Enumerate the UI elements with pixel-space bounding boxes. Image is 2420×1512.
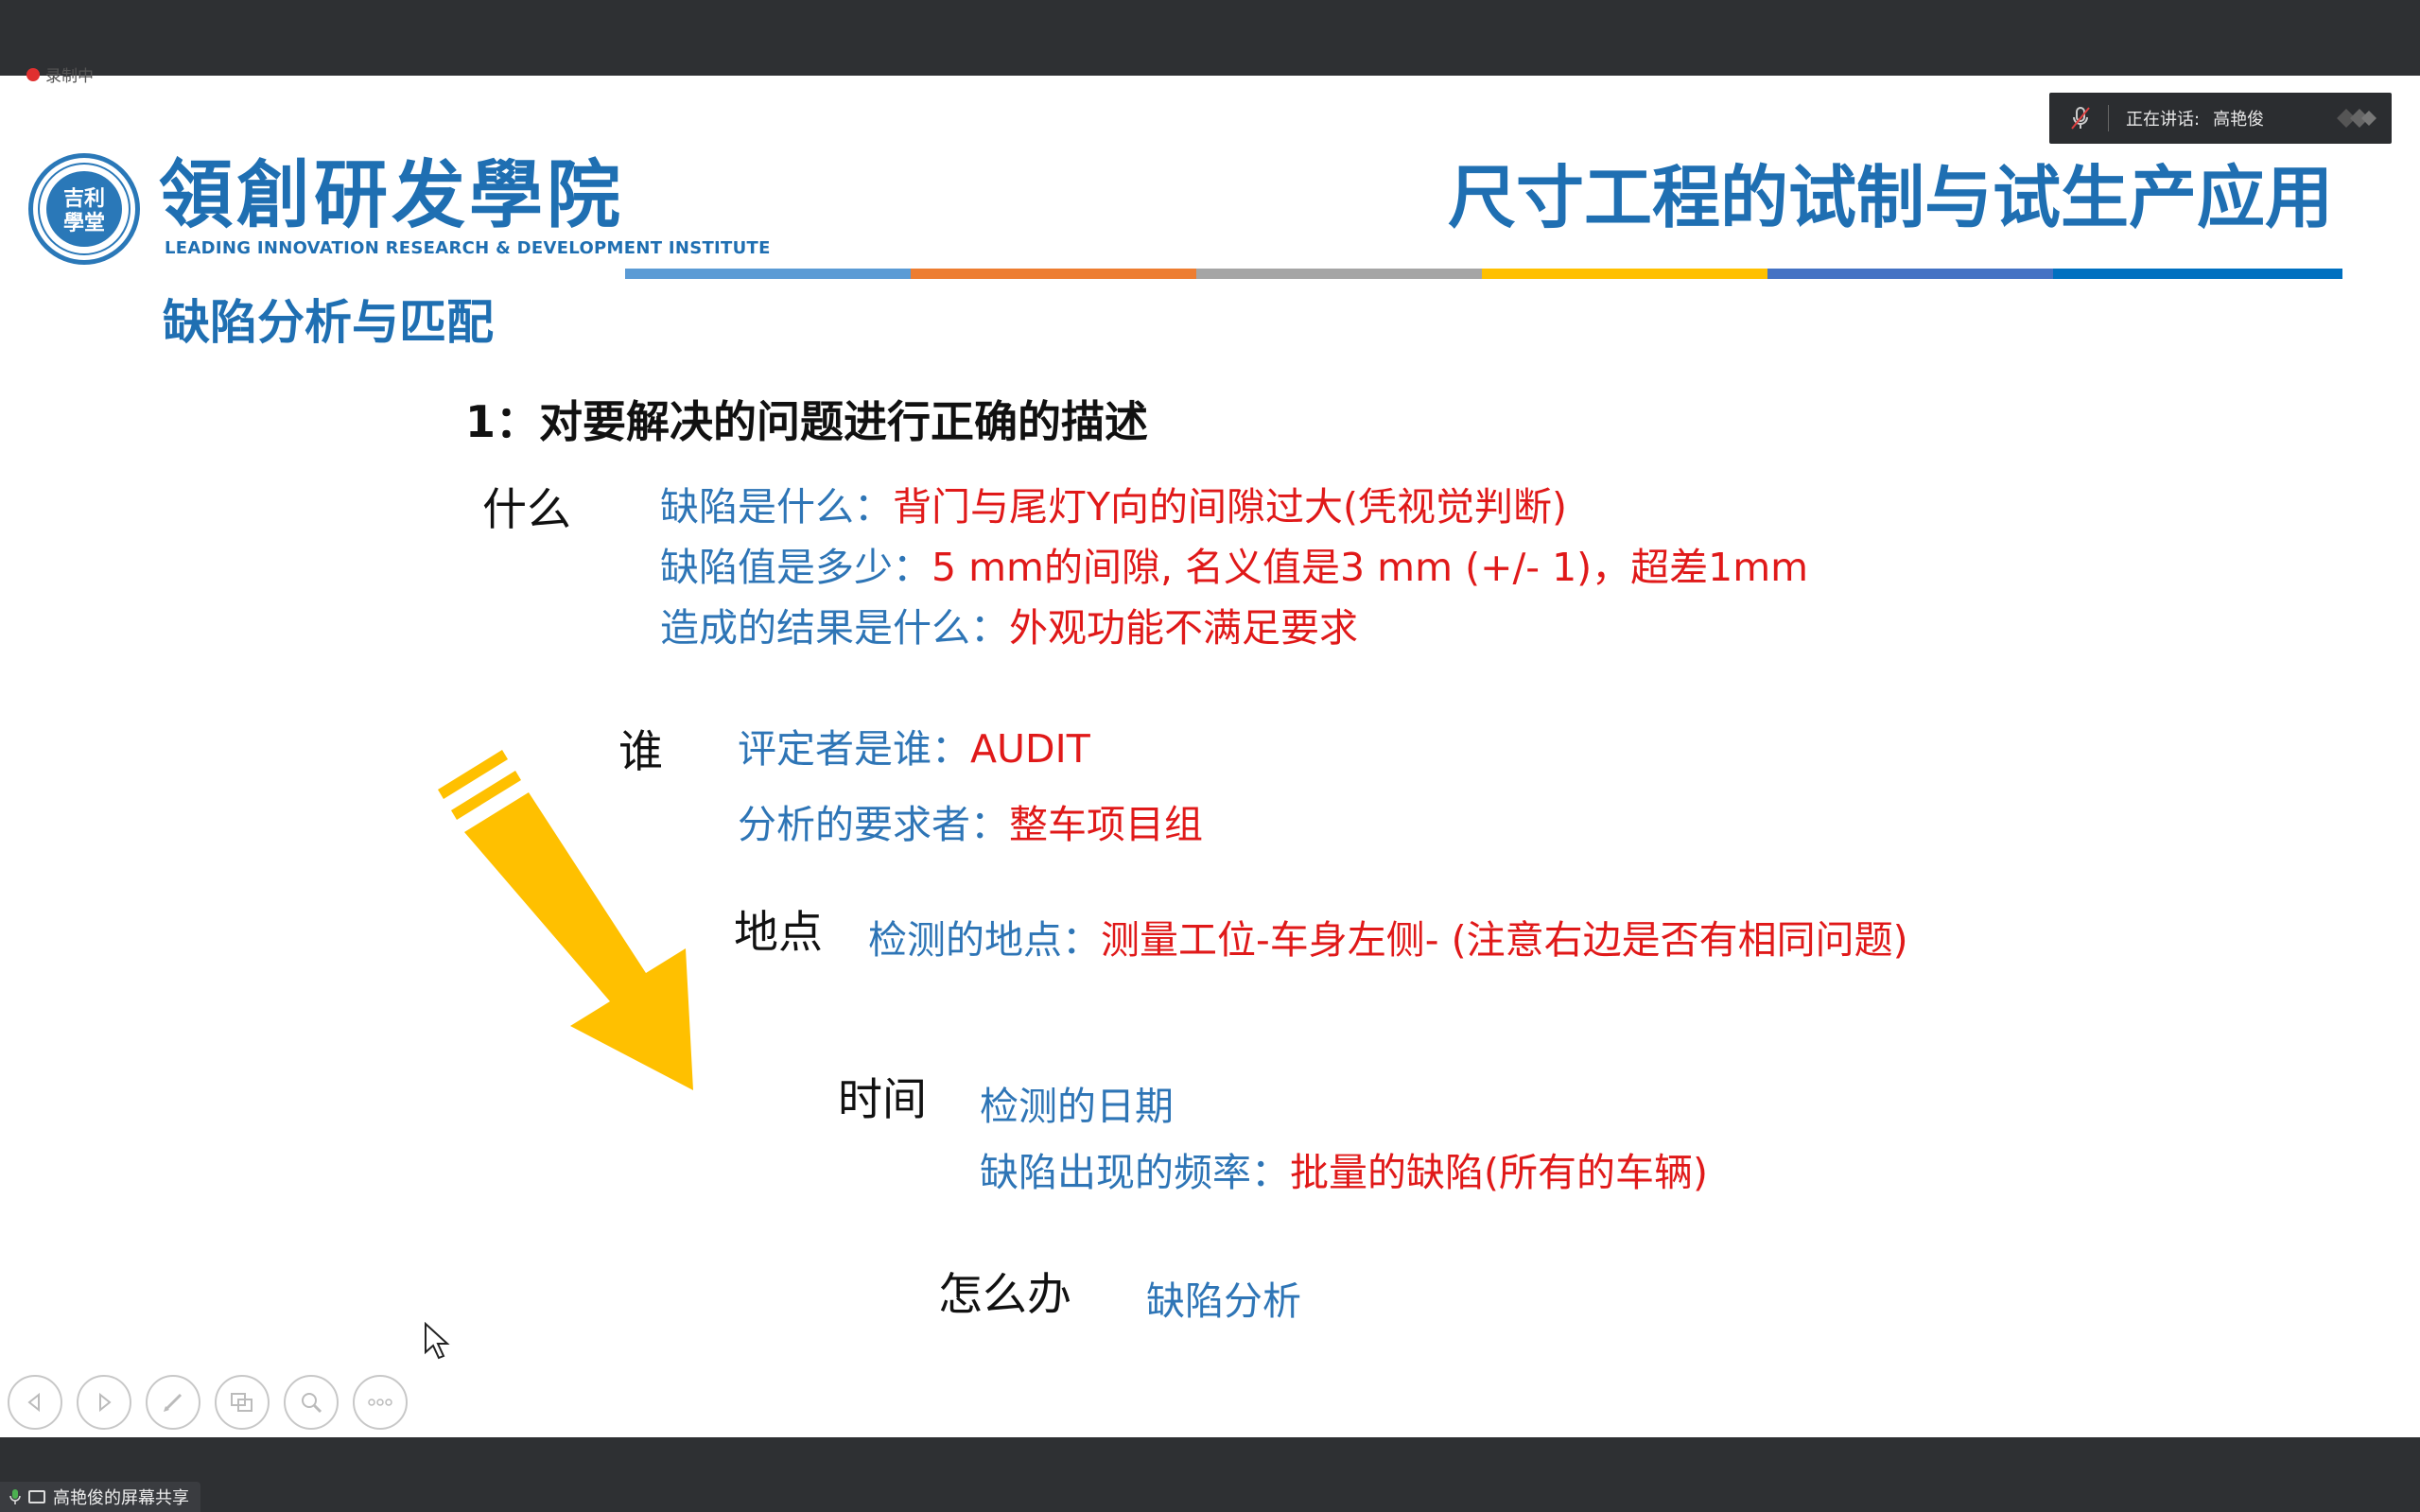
when-q-2: 缺陷出现的频率：: [980, 1150, 1290, 1195]
when-line-1: 检测的日期: [980, 1078, 1174, 1135]
more-icon[interactable]: [353, 1375, 408, 1430]
where-q-1: 检测的地点：: [868, 917, 1101, 963]
logo-name-cn: 領創研发學院: [159, 152, 625, 238]
when-q-1: 检测的日期: [980, 1084, 1174, 1129]
mouse-cursor-icon: [425, 1322, 450, 1360]
stripe-orange: [911, 269, 1196, 279]
divider: [2108, 105, 2109, 131]
speaker-indicator: 正在讲话: 高艳俊: [2049, 93, 2392, 144]
speaker-label: 正在讲话:: [2126, 110, 2201, 130]
section-heading: 1：对要解决的问题进行正确的描述: [465, 396, 1149, 447]
when-line-2: 缺陷出现的频率：批量的缺陷(所有的车辆): [980, 1144, 1708, 1201]
what-line-2: 缺陷值是多少：5 mm的间隙, 名义值是3 mm (+/- 1)，超差1mm: [660, 539, 1808, 596]
screen-icon[interactable]: [215, 1375, 270, 1430]
what-a-1: 背门与尾灯Y向的间隙过大(凭视觉判断): [893, 484, 1568, 530]
svg-text:學堂: 學堂: [63, 211, 105, 235]
recording-indicator[interactable]: 录制中: [26, 62, 94, 86]
stripe-royal: [1767, 269, 2053, 279]
what-a-2: 5 mm的间隙, 名义值是3 mm (+/- 1)，超差1mm: [931, 545, 1809, 590]
speaker-name: 高艳俊: [2213, 110, 2265, 130]
who-a-2: 整车项目组: [1009, 802, 1203, 847]
screen-share-tag[interactable]: 高艳俊的屏幕共享: [0, 1482, 200, 1512]
stripe-yellow: [1482, 269, 1767, 279]
record-icon: [26, 67, 40, 81]
meeting-top-bar: [0, 0, 2420, 76]
logo-name-en: LEADING INNOVATION RESEARCH & DEVELOPMEN…: [165, 238, 771, 258]
pen-icon[interactable]: [146, 1375, 200, 1430]
recording-label: 录制中: [45, 67, 94, 86]
who-q-2: 分析的要求者：: [738, 802, 1009, 847]
when-a-2: 批量的缺陷(所有的车辆): [1290, 1150, 1708, 1195]
who-q-1: 评定者是谁：: [738, 726, 970, 772]
slide-toolbar: [8, 1375, 408, 1430]
label-when: 时间: [838, 1074, 927, 1126]
screen-share-icon: [28, 1490, 45, 1503]
how-line-1: 缺陷分析: [1146, 1278, 1301, 1324]
screen-share-label: 高艳俊的屏幕共享: [53, 1488, 189, 1508]
audio-wave-icon: [2337, 109, 2376, 128]
stripe-gray: [1196, 269, 1482, 279]
stripe-navy: [2053, 269, 2342, 279]
prev-icon[interactable]: [8, 1375, 62, 1430]
where-line-1: 检测的地点：测量工位-车身左侧- (注意右边是否有相同问题): [868, 912, 1908, 968]
what-q-2: 缺陷值是多少：: [660, 545, 931, 590]
university-seal: 吉利 學堂: [28, 153, 140, 265]
next-icon[interactable]: [77, 1375, 131, 1430]
what-a-3: 外观功能不满足要求: [1009, 605, 1358, 651]
seal-icon: 吉利 學堂: [38, 163, 131, 255]
what-q-3: 造成的结果是什么：: [660, 605, 1009, 651]
svg-text:吉利: 吉利: [63, 186, 105, 211]
slide-title: 尺寸工程的试制与试生产应用: [1447, 158, 2333, 237]
shared-slide: [0, 76, 2420, 1437]
what-line-1: 缺陷是什么：背门与尾灯Y向的间隙过大(凭视觉判断): [660, 478, 1567, 535]
meeting-bottom-bar: [0, 1437, 2420, 1512]
mic-icon: [9, 1489, 21, 1504]
zoom-icon[interactable]: [284, 1375, 339, 1430]
where-a-1: 测量工位-车身左侧- (注意右边是否有相同问题): [1101, 917, 1908, 963]
who-line-1: 评定者是谁：AUDIT: [738, 721, 1090, 777]
what-q-1: 缺陷是什么：: [660, 484, 893, 530]
mic-muted-icon: [2071, 107, 2090, 130]
label-how: 怎么办: [938, 1269, 1071, 1321]
who-line-2: 分析的要求者：整车项目组: [738, 796, 1203, 853]
who-a-1: AUDIT: [970, 726, 1090, 772]
yellow-down-arrow-icon: [438, 750, 693, 1090]
label-where: 地点: [734, 907, 823, 959]
slide-subtitle: 缺陷分析与匹配: [163, 295, 494, 350]
stripe-blue: [625, 269, 911, 279]
label-what: 什么: [482, 484, 571, 536]
what-line-3: 造成的结果是什么：外观功能不满足要求: [660, 600, 1358, 656]
